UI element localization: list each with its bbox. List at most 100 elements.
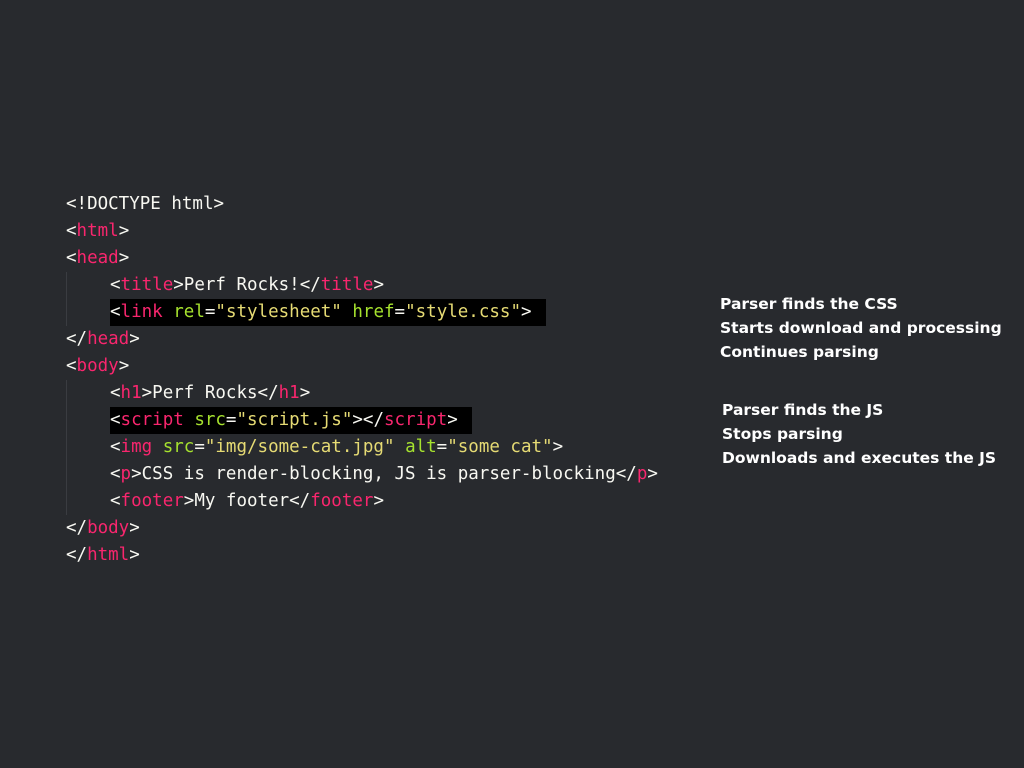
code-token-str: "script.js"	[236, 410, 353, 430]
code-token-str: "stylesheet"	[215, 302, 342, 322]
code-line: </html>	[66, 542, 716, 569]
code-token-tag: h1	[278, 383, 300, 403]
code-token-punct: <	[110, 437, 121, 457]
indent-guide	[66, 380, 67, 407]
code-token-punct: >	[129, 329, 140, 349]
code-token-punct: >	[173, 275, 184, 295]
code-token-tag: body	[87, 518, 130, 538]
code-token-punct: >	[118, 221, 130, 241]
code-token-punct	[184, 410, 195, 430]
code-token-punct	[395, 437, 406, 457]
code-token-str: "style.css"	[405, 302, 521, 322]
css-note-line: Parser finds the CSS	[720, 295, 898, 313]
code-line: <head>	[66, 245, 716, 272]
js-note-line: Stops parsing	[722, 425, 843, 443]
code-token-punct: <	[110, 464, 121, 484]
code-token-tag: footer	[310, 491, 374, 511]
code-token-punct: >	[129, 545, 140, 565]
code-token-tag: img	[120, 437, 153, 457]
code-token-tag: html	[87, 545, 130, 565]
code-line: <body>	[66, 353, 716, 380]
code-line: <script src="script.js"></script>	[66, 407, 716, 434]
code-token-attr: src	[162, 437, 195, 457]
code-token-txt: Perf Rocks	[152, 383, 258, 403]
highlighted-code: <script src="script.js"></script>	[110, 407, 472, 434]
code-token-txt: Perf Rocks!	[183, 275, 300, 295]
code-token-punct: <	[110, 302, 121, 322]
code-token-punct: >	[299, 383, 311, 403]
code-token-tag: body	[76, 356, 119, 376]
code-token-punct: =	[225, 410, 237, 430]
code-token-punct	[163, 302, 174, 322]
css-annotation: Parser finds the CSS Starts download and…	[720, 292, 1002, 364]
highlighted-code: <link rel="stylesheet" href="style.css">	[110, 299, 546, 326]
code-token-txt: CSS is render-blocking, JS is parser-blo…	[141, 464, 616, 484]
code-line: <h1>Perf Rocks</h1>	[66, 380, 716, 407]
css-note-line: Continues parsing	[720, 343, 879, 361]
code-token-punct	[152, 437, 163, 457]
code-token-punct: </	[257, 383, 279, 403]
code-token-punct: <	[110, 383, 121, 403]
code-token-tag: p	[636, 464, 648, 484]
code-token-punct: <	[110, 275, 121, 295]
code-token-punct: </	[615, 464, 637, 484]
code-token-punct: <	[66, 248, 77, 268]
indent-guide	[66, 434, 67, 461]
code-token-str: "img/some-cat.jpg"	[204, 437, 395, 457]
code-token-punct: >	[647, 464, 658, 484]
code-token-punct: </	[66, 329, 88, 349]
code-token-attr: href	[352, 302, 395, 322]
code-token-tag: head	[76, 248, 119, 268]
code-token-punct: >	[183, 491, 195, 511]
code-token-tag: script	[120, 410, 184, 430]
code-token-punct: <	[110, 491, 121, 511]
indent-guide	[66, 461, 67, 488]
code-token-attr: src	[194, 410, 226, 430]
code-token-punct: >	[552, 437, 564, 457]
code-token-punct: >	[118, 248, 130, 268]
code-token-tag: link	[120, 302, 163, 322]
code-token-punct: >	[521, 302, 532, 322]
code-token-txt: My footer	[194, 491, 290, 511]
code-token-punct: >	[118, 356, 130, 376]
code-token-attr: rel	[173, 302, 205, 322]
code-block: <!DOCTYPE html> <html> <head> <title>Perf R…	[66, 191, 716, 569]
code-line: <link rel="stylesheet" href="style.css">	[66, 299, 716, 326]
code-token-punct: >	[373, 275, 384, 295]
code-token-punct: </	[289, 491, 311, 511]
code-token-punct: </	[66, 518, 88, 538]
js-annotation: Parser finds the JS Stops parsing Downlo…	[722, 398, 996, 470]
code-token-punct: =	[194, 437, 205, 457]
code-token-punct: =	[394, 302, 406, 322]
indent-guide	[66, 488, 67, 515]
code-line: </body>	[66, 515, 716, 542]
code-line: <html>	[66, 218, 716, 245]
code-token-tag: title	[120, 275, 174, 295]
code-token-punct: </	[66, 545, 88, 565]
code-token-punct: >	[447, 410, 458, 430]
code-token-tag: html	[76, 221, 119, 241]
code-token-punct: =	[204, 302, 216, 322]
code-line: <!DOCTYPE html>	[66, 191, 716, 218]
code-token-punct	[342, 302, 353, 322]
code-token-tag: p	[120, 464, 132, 484]
code-line: </head>	[66, 326, 716, 353]
code-token-punct: <	[66, 356, 77, 376]
code-line: <p>CSS is render-blocking, JS is parser-…	[66, 461, 716, 488]
indent-guide	[66, 407, 67, 434]
code-token-punct: <!DOCTYPE html>	[66, 194, 225, 214]
code-line: <title>Perf Rocks!</title>	[66, 272, 716, 299]
code-line: <img src="img/some-cat.jpg" alt="some ca…	[66, 434, 716, 461]
code-token-punct: <	[66, 221, 77, 241]
code-token-tag: script	[383, 410, 448, 430]
code-token-str: "some cat"	[447, 437, 553, 457]
code-token-punct: >	[141, 383, 153, 403]
code-token-attr: alt	[405, 437, 437, 457]
code-token-tag: head	[87, 329, 130, 349]
code-token-punct: >	[129, 518, 140, 538]
code-token-tag: h1	[120, 383, 142, 403]
indent-guide	[66, 272, 67, 299]
code-line: <footer>My footer</footer>	[66, 488, 716, 515]
js-note-line: Downloads and executes the JS	[722, 449, 997, 467]
code-token-punct: ></	[352, 410, 384, 430]
